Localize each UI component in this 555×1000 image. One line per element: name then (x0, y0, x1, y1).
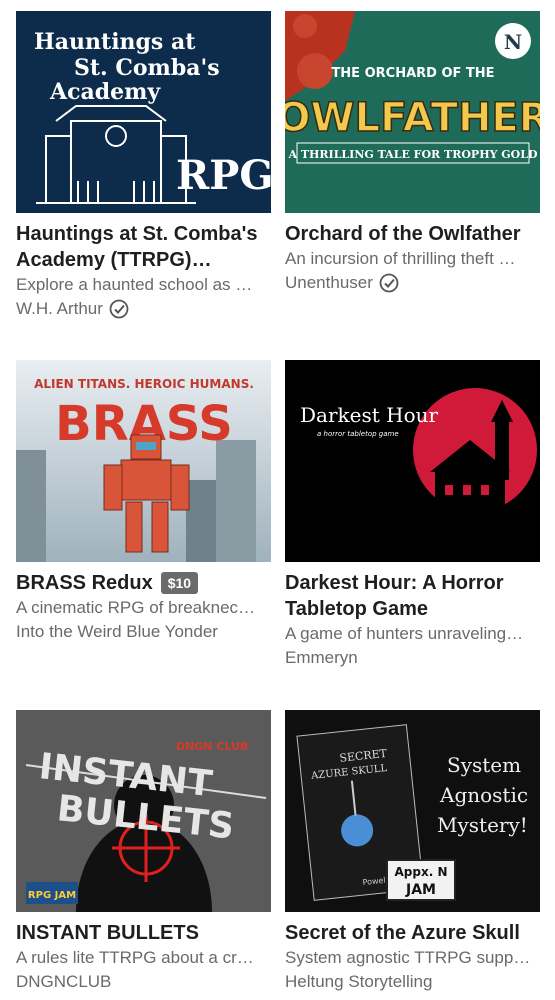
cover-text: RPG (176, 152, 271, 199)
cover-text: JAM (405, 882, 436, 898)
cover-art: ALIEN TITANS. HEROIC HUMANS. BRASS (16, 360, 271, 562)
game-author[interactable]: Emmeryn (285, 646, 540, 670)
game-description: Explore a haunted school as … (16, 275, 253, 294)
game-card[interactable]: N THE ORCHARD OF THE OWLFATHER A THRILLI… (285, 11, 540, 295)
author-name[interactable]: W.H. Arthur (16, 297, 103, 321)
cover-text: Mystery! (437, 813, 528, 837)
cover-text: Appx. N (395, 865, 448, 879)
cover-art: N THE ORCHARD OF THE OWLFATHER A THRILLI… (285, 11, 540, 213)
cover-text: Darkest Hour (300, 403, 438, 427)
game-title-text[interactable]: Hauntings at St. Comba's Academy (TTRPG)… (16, 221, 271, 273)
game-title[interactable]: Secret of the Azure Skull (285, 920, 540, 946)
price-badge: $10 (160, 572, 199, 594)
game-author[interactable]: DNGNCLUB (16, 970, 271, 994)
cover-text: THE ORCHARD OF THE (331, 66, 494, 81)
cover-text: a horror tabletop game (317, 430, 399, 438)
game-description: An incursion of thrilling theft … (285, 249, 516, 268)
game-title[interactable]: Orchard of the Owlfather (285, 221, 540, 247)
game-cover-image[interactable]: Hauntings at St. Comba's Academy RPG (16, 11, 271, 213)
game-author[interactable]: Heltung Storytelling (285, 970, 540, 994)
game-description: A cinematic RPG of breaknec… (16, 598, 256, 617)
author-name[interactable]: DNGNCLUB (16, 970, 111, 994)
cover-text: RPG JAM (28, 890, 76, 901)
verified-check-icon (109, 299, 129, 319)
game-title-text[interactable]: INSTANT BULLETS (16, 920, 199, 946)
game-cover-image[interactable]: ALIEN TITANS. HEROIC HUMANS. BRASS (16, 360, 271, 562)
cover-art: Hauntings at St. Comba's Academy RPG (16, 11, 271, 213)
game-grid: Hauntings at St. Comba's Academy RPG Hau… (0, 0, 555, 1000)
game-card[interactable]: ALIEN TITANS. HEROIC HUMANS. BRASS BRASS… (16, 360, 271, 644)
author-name[interactable]: Unenthuser (285, 271, 373, 295)
cover-text: DNGN CLUB (176, 740, 248, 753)
cover-text: ALIEN TITANS. HEROIC HUMANS. (34, 377, 254, 391)
cover-badge: N (504, 30, 522, 54)
game-title[interactable]: INSTANT BULLETS (16, 920, 271, 946)
cover-art: Darkest Hour a horror tabletop game (285, 360, 540, 562)
game-author[interactable]: Into the Weird Blue Yonder (16, 620, 271, 644)
cover-text: Agnostic (439, 783, 528, 807)
game-cover-image[interactable]: SECRET AZURE SKULL Powel Kic System Agno… (285, 710, 540, 912)
cover-art: DNGN CLUB INSTANT BULLETS RPG JAM (16, 710, 271, 912)
cover-text: Hauntings at (34, 29, 196, 55)
game-title-text[interactable]: Secret of the Azure Skull (285, 920, 520, 946)
game-description: A game of hunters unraveling… (285, 624, 524, 643)
game-card[interactable]: Hauntings at St. Comba's Academy RPG Hau… (16, 11, 271, 321)
game-title[interactable]: Hauntings at St. Comba's Academy (TTRPG)… (16, 221, 271, 273)
game-description: System agnostic TTRPG supp… (285, 948, 531, 967)
game-card[interactable]: SECRET AZURE SKULL Powel Kic System Agno… (285, 710, 540, 994)
author-name[interactable]: Heltung Storytelling (285, 970, 432, 994)
author-name[interactable]: Into the Weird Blue Yonder (16, 620, 218, 644)
cover-text: St. Comba's (74, 55, 220, 81)
game-title[interactable]: Darkest Hour: A Horror Tabletop Game (285, 570, 540, 622)
game-title-text[interactable]: Darkest Hour: A Horror Tabletop Game (285, 570, 540, 622)
game-cover-image[interactable]: DNGN CLUB INSTANT BULLETS RPG JAM (16, 710, 271, 912)
verified-check-icon (379, 273, 399, 293)
game-card[interactable]: DNGN CLUB INSTANT BULLETS RPG JAM INSTAN… (16, 710, 271, 994)
cover-text: OWLFATHER (285, 95, 540, 141)
game-card[interactable]: Darkest Hour a horror tabletop game Dark… (285, 360, 540, 670)
cover-text: Academy (49, 79, 161, 105)
cover-art: SECRET AZURE SKULL Powel Kic System Agno… (285, 710, 540, 912)
game-title[interactable]: BRASS Redux $10 (16, 570, 271, 596)
game-author[interactable]: W.H. Arthur (16, 297, 271, 321)
game-title-text[interactable]: Orchard of the Owlfather (285, 221, 521, 247)
game-description: A rules lite TTRPG about a cr… (16, 948, 254, 967)
cover-text: A THRILLING TALE FOR TROPHY GOLD (287, 148, 538, 161)
game-cover-image[interactable]: Darkest Hour a horror tabletop game (285, 360, 540, 562)
game-title-text[interactable]: BRASS Redux (16, 570, 153, 596)
author-name[interactable]: Emmeryn (285, 646, 358, 670)
game-cover-image[interactable]: N THE ORCHARD OF THE OWLFATHER A THRILLI… (285, 11, 540, 213)
cover-text: System (447, 753, 521, 777)
game-author[interactable]: Unenthuser (285, 271, 540, 295)
